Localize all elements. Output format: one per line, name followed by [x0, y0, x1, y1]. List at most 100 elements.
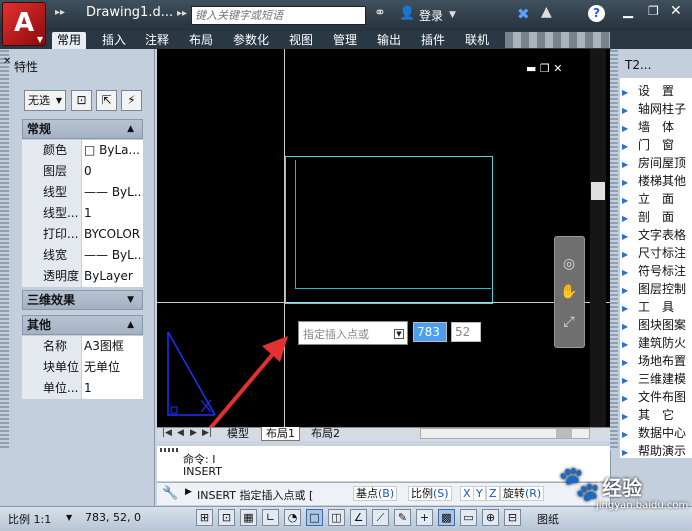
object-snap-tracking-icon[interactable]: ∠ — [350, 509, 367, 526]
option-y[interactable]: Y — [473, 486, 486, 501]
palette-item[interactable]: ▶ 图块图案 — [622, 316, 692, 334]
prop-row-plotstyle[interactable]: 打印... BYCOLOR — [22, 224, 143, 245]
user-icon[interactable]: 👤 — [399, 6, 415, 21]
palette-item[interactable]: ▶ 工 具 — [622, 298, 692, 316]
vertical-scrollbar[interactable] — [590, 49, 606, 427]
command-grip[interactable] — [160, 448, 178, 452]
palette-item[interactable]: ▶ 轴网柱子 — [622, 100, 692, 118]
binoculars-icon[interactable]: ⚭ — [374, 5, 386, 21]
quick-select-icon[interactable]: ⚡ — [121, 90, 142, 111]
login-link[interactable]: 登录 — [419, 7, 443, 24]
toggle-pickadd-icon[interactable]: ⊡ — [71, 90, 92, 111]
panel-grip[interactable] — [0, 50, 9, 450]
palette-item[interactable]: ▶ 房间屋顶 — [622, 154, 692, 172]
palette-item[interactable]: ▶ 剖 面 — [622, 208, 692, 226]
tab-output[interactable]: 输出 — [372, 32, 406, 49]
title-expand-icon[interactable]: ▸▸ — [177, 8, 187, 19]
autodesk-360-icon[interactable]: ▲ — [541, 4, 552, 20]
prop-row-unit-factor[interactable]: 单位... 1 — [22, 378, 143, 399]
model-paper-toggle[interactable]: 图纸 — [537, 511, 559, 527]
palette-item[interactable]: ▶ 楼梯其他 — [622, 172, 692, 190]
section-misc[interactable]: 其他 ▲ — [22, 315, 143, 335]
palette-item[interactable]: ▶ 设 置 — [622, 82, 692, 100]
section-general[interactable]: 常规 ▲ — [22, 119, 143, 139]
close-icon[interactable]: ✕ — [670, 3, 682, 19]
prop-row-linetype[interactable]: 线型 —— ByL... — [22, 182, 143, 203]
pan-hand-icon[interactable]: ✋ — [559, 284, 579, 300]
first-layout-icon[interactable]: |◀ — [162, 428, 172, 438]
scrollbar-thumb[interactable] — [556, 429, 572, 438]
dynamic-input-y[interactable]: 52 — [451, 322, 481, 342]
tab-home[interactable]: 常用 — [52, 32, 87, 49]
layout-tab-layout1[interactable]: 布局1 — [261, 427, 300, 441]
palette-item[interactable]: ▶ 文件布图 — [622, 388, 692, 406]
tab-insert[interactable]: 插入 — [97, 32, 131, 49]
palette-item[interactable]: ▶ 立 面 — [622, 190, 692, 208]
tab-parametric[interactable]: 参数化 — [228, 32, 274, 49]
transparency-icon[interactable]: ▩ — [438, 509, 455, 526]
palette-item[interactable]: ▶ 其 它 — [622, 406, 692, 424]
prev-layout-icon[interactable]: ◀ — [177, 428, 184, 438]
prop-row-transparency[interactable]: 透明度 ByLayer — [22, 266, 143, 287]
prop-row-block-unit[interactable]: 块单位 无单位 — [22, 357, 143, 378]
panel-grip[interactable] — [610, 50, 618, 450]
grid-display-icon[interactable]: ▦ — [240, 509, 257, 526]
tab-manage[interactable]: 管理 — [328, 32, 362, 49]
selection-cycling-icon[interactable]: ⊕ — [482, 509, 499, 526]
select-objects-icon[interactable]: ⇱ — [96, 90, 117, 111]
layout-tab-layout2[interactable]: 布局2 — [307, 427, 344, 441]
section-3d-effects[interactable]: 三维效果 ▼ — [22, 290, 143, 310]
help-icon[interactable]: ? — [588, 5, 605, 22]
viewport-controls[interactable]: ▬ ❐ ✕ — [526, 62, 563, 75]
infer-constraints-icon[interactable]: ⊞ — [196, 509, 213, 526]
tab-view[interactable]: 视图 — [284, 32, 318, 49]
dynamic-input-icon[interactable]: ✎ — [394, 509, 411, 526]
dynamic-input-x[interactable]: 783 — [413, 322, 447, 342]
quick-access-more-icon[interactable]: ▸▸ — [55, 7, 65, 18]
next-layout-icon[interactable]: ▶ — [190, 428, 197, 438]
snap-mode-icon[interactable]: ⊡ — [218, 509, 235, 526]
search-input[interactable] — [191, 6, 366, 25]
dropdown-arrow-icon[interactable]: ▼ — [394, 329, 404, 339]
last-layout-icon[interactable]: ▶| — [202, 428, 212, 438]
chevron-down-icon[interactable]: ▼ — [66, 513, 72, 522]
layout-tab-model[interactable]: 模型 — [223, 427, 253, 441]
ortho-mode-icon[interactable]: ∟ — [262, 509, 279, 526]
selection-dropdown[interactable]: 无选 ▼ — [24, 90, 66, 111]
option-z[interactable]: Z — [486, 486, 500, 501]
dynamic-ucs-icon[interactable]: ⟋ — [372, 509, 389, 526]
palette-item[interactable]: ▶ 墙 体 — [622, 118, 692, 136]
palette-item[interactable]: ▶ 三维建模 — [622, 370, 692, 388]
palette-item[interactable]: ▶ 符号标注 — [622, 262, 692, 280]
zoom-icon[interactable]: ⤢ — [559, 314, 579, 330]
palette-item[interactable]: ▶ 尺寸标注 — [622, 244, 692, 262]
scrollbar-thumb[interactable] — [591, 182, 605, 200]
minimize-icon[interactable]: ▁ — [623, 4, 633, 19]
chevron-down-icon[interactable]: ▼ — [449, 10, 456, 20]
tab-annotate[interactable]: 注释 — [140, 32, 174, 49]
lineweight-icon[interactable]: + — [416, 509, 433, 526]
polar-tracking-icon[interactable]: ◔ — [284, 509, 301, 526]
annotation-monitor-icon[interactable]: ⊟ — [504, 509, 521, 526]
palette-item[interactable]: ▶ 数据中心 — [622, 424, 692, 442]
palette-item[interactable]: ▶ 图层控制 — [622, 280, 692, 298]
object-snap-icon[interactable]: □ — [306, 509, 323, 526]
tab-layout[interactable]: 布局 — [184, 32, 218, 49]
option-base-point[interactable]: 基点(B) — [353, 486, 398, 501]
recent-commands-icon[interactable]: ▶ — [185, 487, 192, 497]
annotation-scale[interactable]: 比例 1:1 — [8, 511, 51, 527]
prop-row-color[interactable]: 颜色 □ ByLa... — [22, 140, 143, 161]
prop-row-linetype-scale[interactable]: 线型... 1 — [22, 203, 143, 224]
palette-item[interactable]: ▶ 场地布置 — [622, 352, 692, 370]
steering-wheel-icon[interactable]: ◎ — [559, 256, 579, 272]
close-icon[interactable]: ✕ — [3, 56, 11, 67]
application-menu-button[interactable]: A ▼ — [2, 2, 46, 46]
option-x[interactable]: X — [460, 486, 474, 501]
3d-osnap-icon[interactable]: ◫ — [328, 509, 345, 526]
wrench-icon[interactable]: 🔧 — [162, 486, 178, 501]
quick-properties-icon[interactable]: ▭ — [460, 509, 477, 526]
palette-item[interactable]: ▶ 门 窗 — [622, 136, 692, 154]
exchange-icon[interactable]: ✖ — [517, 5, 530, 23]
tab-plugins[interactable]: 插件 — [416, 32, 450, 49]
option-scale[interactable]: 比例(S) — [408, 486, 452, 501]
